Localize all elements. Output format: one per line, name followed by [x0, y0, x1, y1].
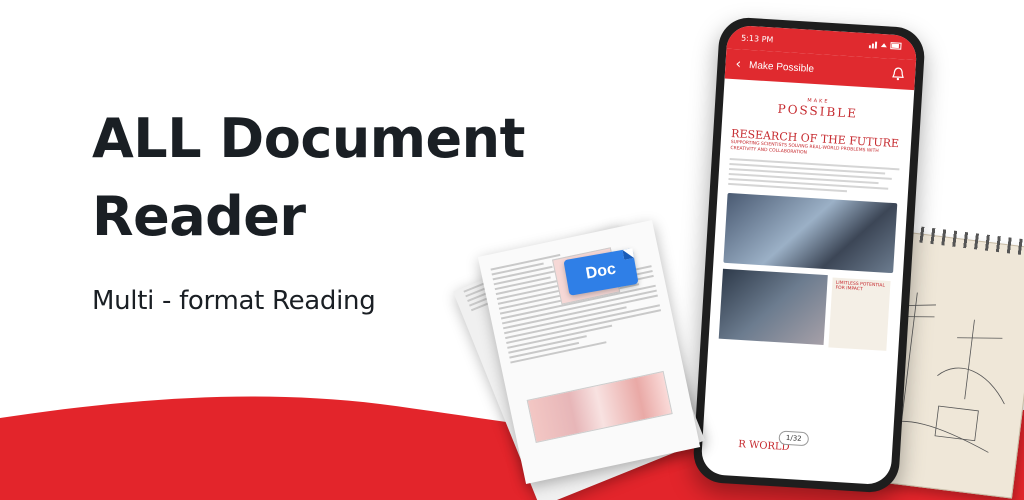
anatomy-diagram: [526, 370, 673, 444]
signal-battery-icon: [868, 41, 902, 50]
status-time: 5:13 PM: [740, 32, 774, 44]
subheadline: Multi - format Reading: [92, 286, 376, 316]
back-arrow-icon[interactable]: ‹: [735, 56, 742, 72]
document-body-text: [728, 157, 900, 195]
lab-photo: [723, 192, 898, 274]
status-icons: [868, 40, 904, 52]
phone-screen: 5:13 PM ‹ Make Possible MAKE POSSIBLE RE…: [700, 24, 918, 486]
sidebar-callout: LIMITLESS POTENTIAL FOR IMPACT: [828, 277, 891, 351]
phone-mockup: 5:13 PM ‹ Make Possible MAKE POSSIBLE RE…: [691, 16, 927, 494]
page-indicator: 1/32: [778, 430, 810, 447]
bell-icon[interactable]: [891, 67, 906, 82]
researcher-photo: [718, 268, 829, 346]
app-bar-title: Make Possible: [748, 59, 815, 75]
headline: ALL Document Reader: [92, 107, 525, 248]
make-possible-logo: MAKE POSSIBLE: [733, 93, 904, 123]
sidebar-heading: LIMITLESS POTENTIAL FOR IMPACT: [835, 280, 886, 293]
document-page[interactable]: MAKE POSSIBLE RESEARCH OF THE FUTURE SUP…: [708, 79, 914, 360]
